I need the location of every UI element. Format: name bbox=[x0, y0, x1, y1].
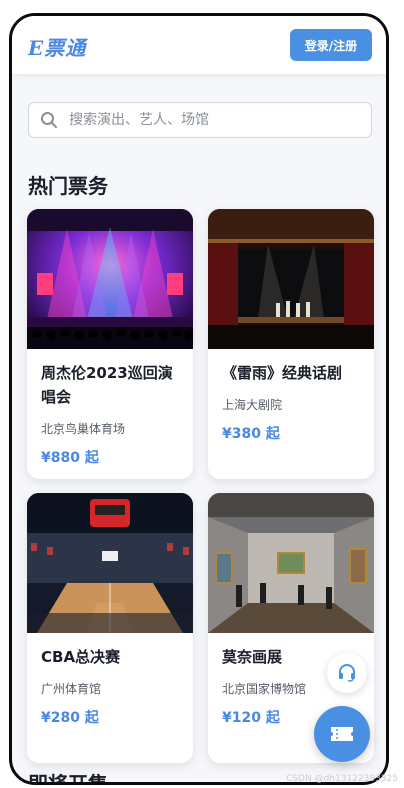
concert-stage-image bbox=[27, 209, 193, 349]
customer-service-button[interactable] bbox=[327, 653, 367, 693]
section-title-hot: 热门票务 bbox=[28, 174, 108, 198]
card-price: ¥280 起 bbox=[41, 710, 99, 726]
theater-stage-image bbox=[208, 209, 374, 349]
card-price: ¥380 起 bbox=[222, 426, 280, 442]
login-register-button[interactable]: 登录/注册 bbox=[290, 29, 372, 61]
section-title-upcoming: 即将开售 bbox=[28, 772, 108, 785]
ticket-icon bbox=[331, 727, 353, 741]
search-bar[interactable] bbox=[28, 102, 372, 138]
headset-icon bbox=[339, 664, 355, 682]
search-icon bbox=[41, 112, 57, 128]
watermark: CSDN @dh13122393325 bbox=[286, 774, 398, 784]
card-title: 《雷雨》经典话剧 bbox=[222, 364, 343, 382]
card-venue: 上海大剧院 bbox=[222, 398, 283, 412]
event-card[interactable]: 《雷雨》经典话剧 上海大剧院 ¥380 起 bbox=[208, 209, 374, 479]
event-card[interactable]: CBA总决赛 广州体育馆 ¥280 起 bbox=[27, 493, 193, 763]
basketball-arena-image bbox=[27, 493, 193, 633]
art-gallery-image bbox=[208, 493, 374, 633]
card-title: CBA总决赛 bbox=[41, 648, 121, 666]
app-header: E票通 登录/注册 bbox=[12, 16, 386, 74]
app-logo[interactable]: E票通 bbox=[28, 32, 86, 61]
event-card[interactable]: 周杰伦2023巡回演唱会 北京鸟巢体育场 ¥880 起 bbox=[27, 209, 193, 479]
card-price: ¥880 起 bbox=[41, 450, 99, 466]
card-venue: 北京国家博物馆 bbox=[222, 682, 307, 696]
search-input[interactable] bbox=[67, 111, 351, 129]
ticket-fab-button[interactable] bbox=[314, 706, 370, 762]
card-venue: 北京鸟巢体育场 bbox=[41, 422, 126, 436]
card-venue: 广州体育馆 bbox=[41, 682, 102, 696]
card-price: ¥120 起 bbox=[222, 710, 280, 726]
card-title: 周杰伦2023巡回演唱会 bbox=[41, 364, 173, 406]
phone-frame: E票通 登录/注册 热门票务 bbox=[9, 13, 389, 785]
